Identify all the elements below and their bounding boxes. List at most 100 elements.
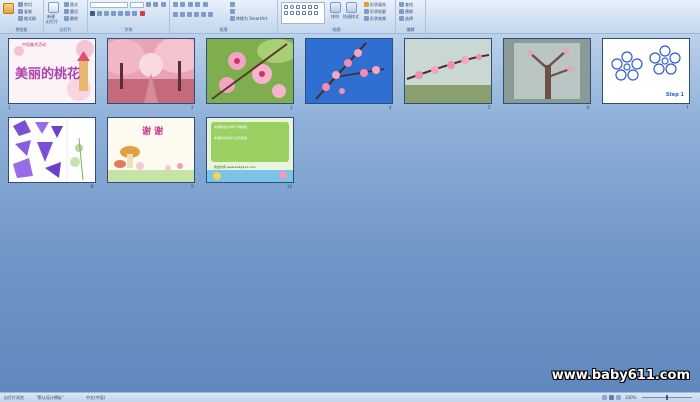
arrange-icon[interactable] xyxy=(330,2,341,13)
shape-effects-label[interactable]: 形状效果 xyxy=(370,16,386,21)
slide-thumbnail-8[interactable] xyxy=(8,117,96,183)
shapes-gallery[interactable] xyxy=(281,2,325,24)
font-name-field[interactable] xyxy=(90,2,128,8)
cut-icon[interactable] xyxy=(18,2,23,7)
convert-smartart-label[interactable]: 转换为 SmartArt xyxy=(236,16,267,21)
normal-view-icon[interactable] xyxy=(602,395,607,400)
slide-thumbnail-10[interactable]: 本课件由小学学习网提供 本课件仅供学习交流使用 欢迎访问 www.baby611… xyxy=(206,117,294,183)
slide-thumbnail-4[interactable] xyxy=(305,38,393,104)
slide-number-8: 8 xyxy=(91,184,94,189)
triangle-shape-icon[interactable] xyxy=(302,5,306,9)
status-language-label: 中文(中国) xyxy=(86,395,106,400)
smartart-icon[interactable] xyxy=(230,16,235,21)
char-spacing-icon[interactable] xyxy=(125,11,130,16)
slide-number-9: 9 xyxy=(191,184,194,189)
shrink-font-icon[interactable] xyxy=(153,2,158,7)
delete-label[interactable]: 删除 xyxy=(70,16,78,21)
quick-styles-icon[interactable] xyxy=(346,2,357,13)
slide-thumbnail-9[interactable]: 谢 谢 xyxy=(107,117,195,183)
copy-icon[interactable] xyxy=(18,9,23,14)
slide-thumbnail-2[interactable] xyxy=(107,38,195,104)
format-painter-icon[interactable] xyxy=(18,16,23,21)
quick-styles-label[interactable]: 快速样式 xyxy=(343,14,359,19)
numbering-icon[interactable] xyxy=(180,2,185,7)
italic-icon[interactable] xyxy=(97,11,102,16)
select-icon[interactable] xyxy=(399,16,404,21)
clear-format-icon[interactable] xyxy=(161,2,166,7)
align-text-icon[interactable] xyxy=(230,9,235,14)
align-center-icon[interactable] xyxy=(180,12,185,17)
ribbon-group-drawing: 排列 快速样式 形状填充 形状轮廓 形状效果 绘图 xyxy=(278,0,396,33)
slide-9-title: 谢 谢 xyxy=(142,127,164,137)
strikethrough-icon[interactable] xyxy=(111,11,116,16)
format-painter-label[interactable]: 格式刷 xyxy=(24,16,36,21)
shadow-icon[interactable] xyxy=(118,11,123,16)
heart-shape-icon[interactable] xyxy=(314,11,318,15)
hexagon-shape-icon[interactable] xyxy=(290,11,294,15)
replace-label[interactable]: 替换 xyxy=(405,9,413,14)
brace-shape-icon[interactable] xyxy=(308,11,312,15)
ribbon-group-clipboard: 剪切 复制 格式刷 剪贴板 xyxy=(0,0,44,33)
increase-indent-icon[interactable] xyxy=(195,2,200,7)
layout-label[interactable]: 版式 xyxy=(70,2,78,7)
line-spacing-icon[interactable] xyxy=(203,2,208,7)
new-slide-sublabel[interactable]: 幻灯片 xyxy=(46,19,58,24)
arrange-label[interactable]: 排列 xyxy=(331,14,339,19)
line-shape-icon[interactable] xyxy=(308,5,312,9)
align-right-icon[interactable] xyxy=(187,12,192,17)
underline-icon[interactable] xyxy=(104,11,109,16)
grow-font-icon[interactable] xyxy=(146,2,151,7)
slide-thumbnail-3[interactable] xyxy=(206,38,294,104)
shape-effects-icon[interactable] xyxy=(364,16,369,21)
shape-fill-label[interactable]: 形状填充 xyxy=(370,2,386,7)
slide-thumbnail-5[interactable] xyxy=(404,38,492,104)
site-watermark: www.baby611.com xyxy=(551,368,690,383)
justify-icon[interactable] xyxy=(194,12,199,17)
cut-label[interactable]: 剪切 xyxy=(24,2,32,7)
distributed-icon[interactable] xyxy=(201,12,206,17)
reset-icon[interactable] xyxy=(64,9,69,14)
find-icon[interactable] xyxy=(399,2,404,7)
font-size-field[interactable] xyxy=(130,2,144,8)
star-shape-icon[interactable] xyxy=(296,11,300,15)
bold-icon[interactable] xyxy=(90,11,95,16)
drawing-group-label: 绘图 xyxy=(278,27,395,32)
callout-shape-icon[interactable] xyxy=(302,11,306,15)
ribbon-group-editing: 查找 替换 选择 编辑 xyxy=(396,0,426,33)
columns-icon[interactable] xyxy=(208,12,213,17)
copy-label[interactable]: 复制 xyxy=(24,9,32,14)
rectangle-shape-icon[interactable] xyxy=(284,5,288,9)
rounded-rect-shape-icon[interactable] xyxy=(296,5,300,9)
oval-shape-icon[interactable] xyxy=(290,5,294,9)
font-group-label: 字体 xyxy=(88,27,169,32)
slide-10-footer: 欢迎访问 www.baby611.com xyxy=(214,165,256,169)
pentagon-shape-icon[interactable] xyxy=(284,11,288,15)
slide-thumbnail-6[interactable] xyxy=(503,38,591,104)
align-left-icon[interactable] xyxy=(173,12,178,17)
slide-number-6: 6 xyxy=(587,105,590,110)
slide-thumbnail-1[interactable]: 中班美术活动 美丽的桃花 xyxy=(8,38,96,104)
slide-thumbnail-7[interactable]: Step 1 xyxy=(602,38,690,104)
find-label[interactable]: 查找 xyxy=(405,2,413,7)
decrease-indent-icon[interactable] xyxy=(188,2,193,7)
layout-icon[interactable] xyxy=(64,2,69,7)
zoom-level[interactable]: 100% xyxy=(625,395,636,400)
change-case-icon[interactable] xyxy=(132,11,137,16)
text-direction-icon[interactable] xyxy=(230,2,235,7)
font-color-icon[interactable] xyxy=(140,11,145,16)
delete-icon[interactable] xyxy=(64,16,69,21)
slideshow-view-icon[interactable] xyxy=(616,395,621,400)
bullets-icon[interactable] xyxy=(173,2,178,7)
paste-icon[interactable] xyxy=(3,3,14,14)
zoom-slider-handle[interactable] xyxy=(666,395,668,400)
arrow-shape-icon[interactable] xyxy=(314,5,318,9)
reset-label[interactable]: 重设 xyxy=(70,9,78,14)
slide-sorter-view-icon[interactable] xyxy=(609,395,614,400)
shape-outline-label[interactable]: 形状轮廓 xyxy=(370,9,386,14)
replace-icon[interactable] xyxy=(399,9,404,14)
slide-number-7: 7 xyxy=(686,105,689,110)
new-slide-icon[interactable] xyxy=(48,2,59,13)
shape-outline-icon[interactable] xyxy=(364,9,369,14)
select-label[interactable]: 选择 xyxy=(405,16,413,21)
shape-fill-icon[interactable] xyxy=(364,2,369,7)
